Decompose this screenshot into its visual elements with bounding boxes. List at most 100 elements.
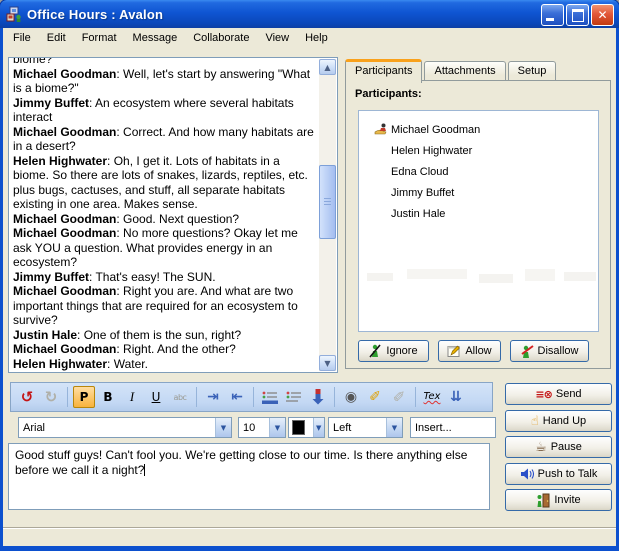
scrollbar-thumb[interactable]: [319, 165, 336, 239]
participant-name: Justin Hale: [391, 208, 445, 220]
outdent-button[interactable]: ⇤: [226, 386, 248, 408]
participant-name: Helen Highwater: [391, 145, 472, 157]
font-color-combo[interactable]: ▼: [288, 417, 325, 438]
alignment-combo[interactable]: Left ▼: [328, 417, 403, 438]
ignore-button[interactable]: Ignore: [358, 340, 429, 362]
tab-attachments[interactable]: Attachments: [424, 61, 505, 81]
disallow-icon: [521, 344, 534, 358]
record-icon: ◉: [345, 389, 357, 405]
menu-item[interactable]: View: [257, 29, 297, 47]
hand-up-label: Hand Up: [543, 415, 586, 427]
italic-button[interactable]: I: [121, 386, 143, 408]
menu-item[interactable]: Edit: [39, 29, 74, 47]
paragraph-style-button[interactable]: P: [73, 386, 95, 408]
font-family-combo[interactable]: Arial ▼: [18, 417, 232, 438]
redo-button[interactable]: ↻: [40, 386, 62, 408]
pause-button[interactable]: ☕ Pause: [505, 436, 612, 458]
menubar: File Edit Format Message Collaborate Vie…: [3, 28, 616, 48]
draft-text: Good stuff guys! Can't fool you. We're g…: [15, 448, 467, 477]
redo-icon: ↻: [45, 388, 58, 406]
message-text: biome?: [13, 57, 52, 66]
allow-icon: [447, 344, 461, 358]
chat-transcript[interactable]: : biome? Michael Goodman: Well, let's st…: [8, 57, 338, 373]
close-button[interactable]: ✕: [591, 4, 614, 26]
scroll-up-button[interactable]: ▲: [319, 59, 336, 75]
more-options-button[interactable]: ⇊: [445, 386, 467, 408]
menu-item[interactable]: Format: [74, 29, 125, 47]
toolbar-separator: [334, 387, 335, 407]
toolbar-separator: [253, 387, 254, 407]
participant-row[interactable]: Justin Hale: [359, 203, 598, 224]
numbered-list-button[interactable]: [283, 386, 305, 408]
chevron-down-icon: ▼: [313, 418, 325, 437]
message-text: One of them is the sun, right?: [84, 328, 241, 342]
send-button[interactable]: ≡⊗ Send: [505, 383, 612, 405]
message-text: Right. And the other?: [123, 342, 236, 356]
undo-button[interactable]: ↺: [16, 386, 38, 408]
scroll-down-button[interactable]: ▼: [319, 355, 336, 371]
insert-combo[interactable]: Insert...: [410, 417, 496, 438]
ignore-label: Ignore: [386, 345, 417, 357]
indent-icon: ⇥: [207, 389, 219, 405]
bold-button[interactable]: B: [97, 386, 119, 408]
undo-icon: ↺: [21, 388, 34, 406]
message-text: Water.: [114, 357, 148, 371]
toolbar-separator: [415, 387, 416, 407]
menu-item[interactable]: Collaborate: [185, 29, 257, 47]
menu-item[interactable]: Message: [125, 29, 186, 47]
text-caret: [144, 464, 145, 476]
font-size-value: 10: [239, 422, 269, 434]
highlighter-button[interactable]: ✐: [364, 386, 386, 408]
menu-item[interactable]: Help: [297, 29, 336, 47]
tab-setup[interactable]: Setup: [508, 61, 557, 81]
participant-row[interactable]: Jimmy Buffet: [359, 182, 598, 203]
toolbar-separator: [196, 387, 197, 407]
message-sender: Helen Highwater: [13, 154, 107, 168]
disallow-button[interactable]: Disallow: [510, 340, 589, 362]
record-button[interactable]: ◉: [340, 386, 362, 408]
participants-list[interactable]: Michael Goodman Helen Highwater: [358, 110, 599, 332]
participant-name: Michael Goodman: [391, 124, 480, 136]
maximize-button[interactable]: [566, 4, 589, 26]
allow-label: Allow: [465, 345, 491, 357]
invite-button[interactable]: Invite: [505, 489, 612, 511]
message-input[interactable]: Good stuff guys! Can't fool you. We're g…: [8, 443, 490, 510]
chevron-down-icon: ▼: [386, 418, 402, 437]
eyedropper-button[interactable]: ✐: [388, 386, 410, 408]
char-format-button[interactable]: abc: [169, 386, 191, 408]
font-size-combo[interactable]: 10 ▼: [238, 417, 286, 438]
participant-row[interactable]: Edna Cloud: [359, 161, 598, 182]
jump-to-bottom-button[interactable]: [307, 386, 329, 408]
minimize-button[interactable]: [541, 4, 564, 26]
insert-label: Insert...: [411, 422, 495, 434]
push-to-talk-button[interactable]: Push to Talk: [505, 463, 612, 485]
indent-button[interactable]: ⇥: [202, 386, 224, 408]
chat-message: Helen Highwater: Water.: [13, 357, 317, 372]
underline-button[interactable]: U: [145, 386, 167, 408]
spellcheck-button[interactable]: Tex: [421, 386, 443, 408]
transcript-scrollbar[interactable]: ▲ ▼: [319, 59, 336, 371]
allow-button[interactable]: Allow: [438, 340, 501, 362]
participant-row[interactable]: Helen Highwater: [359, 140, 598, 161]
message-sender: Michael Goodman: [13, 212, 116, 226]
toolbar-separator: [67, 387, 68, 407]
maximize-icon: [572, 9, 584, 22]
participant-row[interactable]: Michael Goodman: [359, 119, 598, 140]
ignore-icon: [369, 344, 382, 358]
bold-icon: B: [103, 390, 112, 404]
font-family-value: Arial: [19, 422, 215, 434]
italic-icon: I: [130, 389, 134, 405]
tab-participants[interactable]: Participants: [345, 59, 422, 83]
spellcheck-icon: Tex: [424, 392, 441, 402]
chat-message: Michael Goodman: Right. And the other?: [13, 342, 317, 357]
chat-message: Michael Goodman: Right you are. And what…: [13, 284, 317, 328]
titlebar: Office Hours : Avalon ✕: [0, 0, 619, 28]
jump-to-bottom-icon: [312, 389, 324, 405]
menu-item[interactable]: File: [5, 29, 39, 47]
formatting-toolbar: ↺ ↻ P B I U abc ⇥ ⇤: [10, 382, 493, 412]
hand-up-button[interactable]: ☝ Hand Up: [505, 410, 612, 432]
bullet-list-button[interactable]: [259, 386, 281, 408]
render-artifact: [359, 269, 598, 285]
coffee-cup-icon: ☕: [535, 440, 547, 455]
highlighter-icon: ✐: [369, 389, 381, 405]
